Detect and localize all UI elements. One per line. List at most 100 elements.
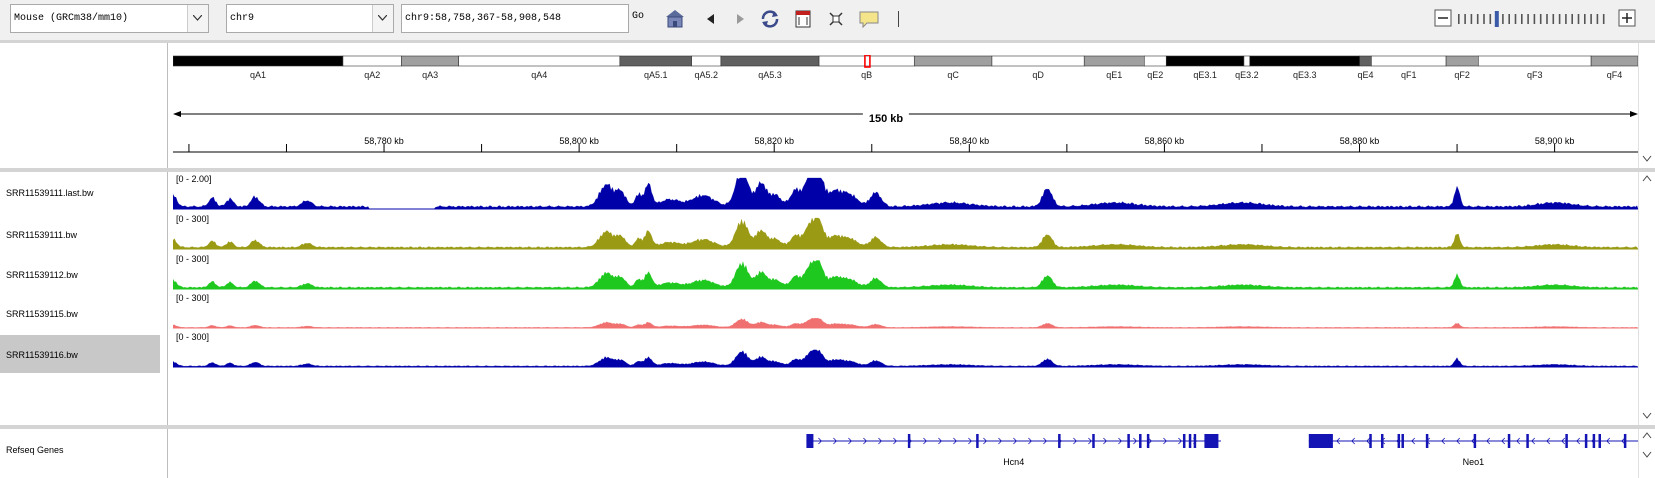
- band-label: qF2: [1454, 70, 1470, 80]
- band-label: qE4: [1357, 70, 1374, 80]
- band-label: qF3: [1526, 70, 1543, 80]
- track-name-refseq-genes[interactable]: Refseq Genes: [6, 445, 64, 455]
- gene-exon: [1127, 434, 1130, 448]
- data-scrollbar[interactable]: [1638, 172, 1655, 425]
- track-name[interactable]: SRR11539112.bw: [6, 270, 78, 280]
- zoom-tick: [1596, 14, 1599, 24]
- chevron-up-icon[interactable]: [1642, 432, 1652, 440]
- track-data-range: [0 - 2.00]: [176, 174, 212, 184]
- track-data-range: [0 - 300]: [176, 293, 210, 303]
- back-icon[interactable]: [700, 8, 722, 30]
- refseq-genes-track[interactable]: Hcn4 Neo1: [173, 429, 1638, 478]
- locus-input[interactable]: chr9:58,758,367-58,908,548: [401, 4, 629, 33]
- zoom-tick: [1533, 14, 1536, 24]
- chevron-down-icon[interactable]: [1642, 155, 1652, 163]
- gene-exon: [1314, 434, 1318, 448]
- genome-dropdown[interactable]: Mouse (GRCm38/mm10): [10, 4, 209, 33]
- track-name[interactable]: SRR11539115.bw: [6, 309, 78, 319]
- genome-value: Mouse (GRCm38/mm10): [14, 13, 129, 24]
- ideogram-band: [401, 55, 459, 67]
- zoom-tick: [1565, 14, 1567, 24]
- go-button[interactable]: Go: [632, 11, 644, 22]
- ideogram-band: [691, 55, 722, 67]
- gene-exon: [1623, 434, 1627, 448]
- track-name[interactable]: SRR11539111.bw: [6, 230, 77, 240]
- band-label: qE1: [1106, 70, 1123, 80]
- gene-exon: [1565, 434, 1568, 448]
- toolbar-divider: [898, 11, 899, 27]
- zoom-tick: [1546, 14, 1548, 24]
- gene-exon: [1369, 434, 1372, 448]
- zoom-tick: [1458, 14, 1460, 24]
- locus-value: chr9:58,758,367-58,908,548: [405, 13, 562, 24]
- chevron-up-icon[interactable]: [1642, 175, 1652, 183]
- signal-area: [173, 177, 1638, 210]
- zoom-tick: [1521, 14, 1523, 24]
- gene-exon: [1598, 434, 1602, 448]
- refresh-icon[interactable]: [759, 8, 781, 30]
- ruler-tick-label: 58,840 kb: [949, 136, 990, 146]
- track-name[interactable]: SRR11539116.bw: [6, 350, 78, 360]
- ideogram-band: [458, 55, 621, 67]
- ideogram-band: [1445, 55, 1479, 67]
- gene-exon: [1188, 434, 1192, 448]
- ideogram-band: [720, 55, 820, 67]
- zoom-tick: [1590, 14, 1592, 24]
- zoom-tick: [1539, 14, 1542, 24]
- ruler-tick-label: 58,900 kb: [1534, 136, 1575, 146]
- header-scrollbar[interactable]: [1638, 43, 1655, 169]
- ideogram-band: [1590, 55, 1638, 67]
- zoom-tick: [1476, 14, 1479, 24]
- chevron-down-icon[interactable]: [1642, 412, 1652, 420]
- chromosome-ideogram[interactable]: [173, 55, 1638, 71]
- data-divider: [167, 172, 168, 425]
- zoom-tick: [1470, 14, 1473, 24]
- zoom-in-icon[interactable]: [1618, 9, 1636, 27]
- feature-divider: [167, 429, 168, 478]
- zoom-out-icon[interactable]: [1434, 9, 1452, 27]
- zoom-tick: [1584, 14, 1586, 24]
- signal-area: [173, 217, 1638, 250]
- gene-exon: [1584, 434, 1588, 448]
- gene-exon: [1397, 434, 1401, 448]
- home-icon[interactable]: [664, 8, 686, 30]
- track-name[interactable]: SRR11539111.last.bw: [6, 188, 94, 198]
- chevron-down-icon[interactable]: [372, 5, 393, 32]
- popup-icon[interactable]: [857, 8, 879, 30]
- ideogram-band: [818, 55, 915, 67]
- ideogram-band: [1243, 55, 1251, 67]
- zoom-thumb[interactable]: [1494, 11, 1499, 27]
- track-data-range: [0 - 300]: [176, 332, 210, 342]
- ideogram-band: [1249, 55, 1360, 67]
- span-label: 150 kb: [862, 113, 910, 125]
- ideogram-band: [342, 55, 402, 67]
- band-label: qE3.2: [1235, 70, 1259, 80]
- chevron-down-icon[interactable]: [1642, 451, 1652, 459]
- gene-exon: [1193, 434, 1197, 448]
- band-label: qC: [947, 70, 959, 80]
- band-label: qA4: [531, 70, 548, 80]
- chromosome-dropdown[interactable]: chr9: [226, 4, 394, 33]
- ideogram-band: [991, 55, 1085, 67]
- feature-scrollbar[interactable]: [1638, 429, 1655, 478]
- gene-exon: [1092, 434, 1095, 448]
- fit-icon[interactable]: [825, 8, 847, 30]
- ruler-tick-label: 58,860 kb: [1144, 136, 1185, 146]
- forward-icon[interactable]: [729, 8, 751, 30]
- signal-tracks[interactable]: [173, 172, 1638, 425]
- gene-exon: [1330, 434, 1333, 448]
- gene-exon: [1146, 434, 1150, 448]
- chevron-down-icon[interactable]: [187, 5, 208, 32]
- band-label: qA5.3: [758, 70, 782, 80]
- band-label: qA2: [364, 70, 381, 80]
- gene-exon: [806, 434, 814, 448]
- ruler-icon[interactable]: [792, 8, 814, 30]
- zoom-slider[interactable]: [1458, 11, 1610, 27]
- zoom-tick: [1502, 14, 1504, 24]
- ruler-tick-label: 58,880 kb: [1339, 136, 1380, 146]
- span-right-arrow: [1630, 111, 1638, 117]
- track-data-range: [0 - 300]: [176, 214, 210, 224]
- track-data-range: [0 - 300]: [176, 254, 210, 264]
- ideogram-band: [1165, 55, 1245, 67]
- ideogram-band: [1083, 55, 1145, 67]
